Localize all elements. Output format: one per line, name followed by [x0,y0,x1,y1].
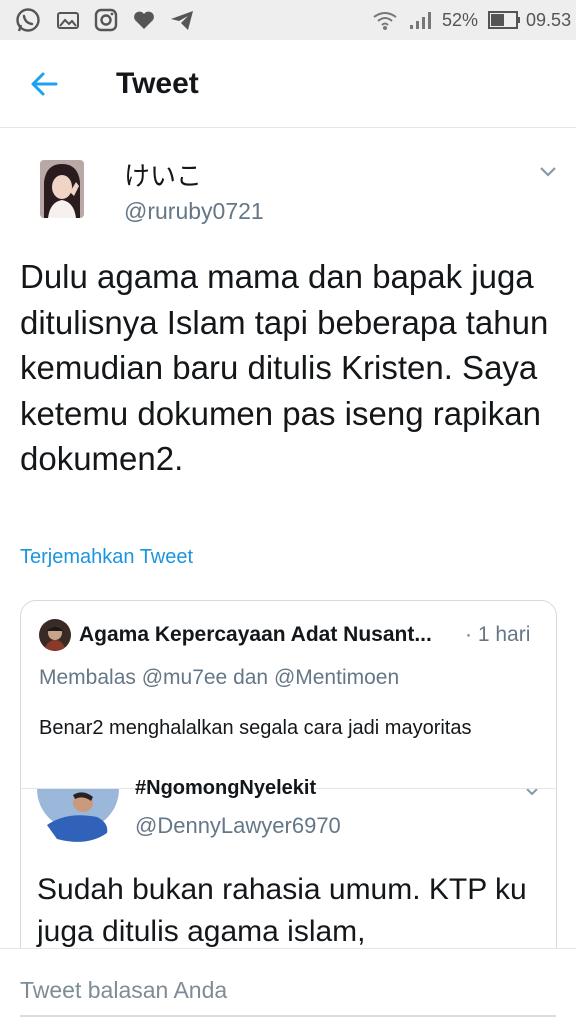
clock: 09.53 [526,9,572,30]
gallery-icon [57,12,79,29]
status-bar: 52% 09.53 [0,0,576,40]
signal-icon [410,12,431,29]
status-right: 52% 09.53 [372,0,571,40]
chevron-down-icon [526,789,538,795]
tweet-text: Dulu agama mama dan bapak juga ditulisny… [20,258,549,477]
quote-display-name: Agama Kepercayaan Adat Nusant... [79,623,432,646]
app-bar: Tweet [0,40,576,128]
instagram-icon [94,8,118,32]
avatar[interactable] [40,160,84,218]
chevron-down-icon[interactable] [538,164,558,178]
quote-text: Benar2 menghalalkan segala cara jadi may… [39,717,472,739]
nested-tweet-text: Sudah bukan rahasia umum. KTP ku juga di… [37,873,527,948]
quote-replying-to: Membalas @mu7ee dan @Mentimoen [39,666,400,689]
heart-icon [134,11,154,29]
whatsapp-icon [16,8,40,32]
quote-avatar [39,619,71,651]
translate-tweet-link[interactable]: Terjemahkan Tweet [20,546,193,569]
display-name[interactable]: けいこ [124,156,202,193]
nested-avatar [37,789,119,845]
nested-user-handle: @DennyLawyer6970 [135,813,341,838]
nested-display-name: #NgomongNyelekit [135,777,317,799]
battery-icon [488,11,521,29]
battery-percent: 52% [442,9,479,30]
wifi-icon [373,12,397,30]
quote-timestamp: · 1 hari [465,623,531,646]
reply-bar [0,948,576,1024]
telegram-icon [171,11,193,30]
user-handle[interactable]: @ruruby0721 [124,198,264,225]
back-arrow-icon[interactable] [28,64,64,104]
page-title: Tweet [116,67,199,100]
reply-input[interactable] [20,965,556,1017]
quoted-tweet[interactable]: Agama Kepercayaan Adat Nusant... · 1 har… [20,600,557,1000]
